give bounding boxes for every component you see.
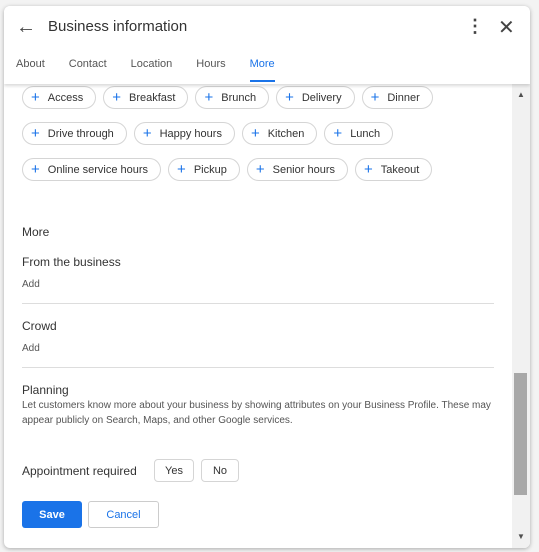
chip-label: Delivery	[301, 91, 342, 104]
chip-label: Lunch	[350, 127, 381, 140]
tab-hours[interactable]: Hours	[196, 58, 225, 82]
dialog-header: ← Business information ⋮ ✕ About Contact…	[4, 6, 530, 84]
plus-icon: +	[112, 89, 121, 106]
chip-label: Senior hours	[272, 163, 335, 176]
more-vert-icon[interactable]: ⋮	[466, 16, 484, 37]
from-business-label: From the business	[22, 255, 121, 269]
chip-label: Dinner	[387, 91, 420, 104]
divider	[22, 367, 494, 368]
add-attribute-chip[interactable]: + Access	[22, 86, 97, 109]
add-attribute-chip[interactable]: + Dinner	[361, 86, 433, 109]
plus-icon: +	[255, 161, 265, 178]
from-business-add-link[interactable]: Add	[22, 279, 40, 290]
chip-label: Drive through	[47, 127, 114, 140]
add-attribute-chip[interactable]: + Brunch	[195, 86, 270, 109]
planning-description: Let customers know more about your busin…	[22, 400, 491, 426]
plus-icon: +	[250, 125, 260, 142]
plus-icon: +	[333, 125, 343, 142]
chip-label: Breakfast	[129, 91, 176, 104]
chip-row: + Access + Breakfast + Brunch + Delivery + Dinner	[22, 86, 502, 109]
close-icon[interactable]: ✕	[498, 15, 515, 40]
scrollbar[interactable]: ▲ ▼	[512, 84, 530, 548]
crowd-label: Crowd	[22, 319, 57, 333]
chip-row: + Drive through + Happy hours + Kitchen + Lunch	[22, 122, 502, 145]
plus-icon: +	[31, 125, 40, 142]
add-attribute-chip[interactable]: + Senior hours	[246, 158, 348, 181]
tab-contact[interactable]: Contact	[69, 58, 107, 82]
add-attribute-chip[interactable]: + Happy hours	[133, 122, 235, 145]
plus-icon: +	[31, 89, 40, 106]
add-attribute-chip[interactable]: + Pickup	[168, 158, 240, 181]
attribute-chips: + Access + Breakfast + Brunch + Delivery + Dinner…	[22, 86, 502, 194]
tab-more[interactable]: More	[249, 58, 275, 82]
chip-row: + Online service hours + Pickup + Senior hour…	[22, 158, 502, 181]
dialog-content: + Access + Breakfast + Brunch + Delivery + Dinner…	[4, 84, 512, 548]
chip-label: Access	[47, 91, 84, 104]
plus-icon: +	[285, 89, 294, 106]
chip-label: Online service hours	[47, 163, 149, 176]
cancel-button[interactable]: Cancel	[88, 501, 159, 528]
plus-icon: +	[204, 89, 214, 106]
chip-label: Pickup	[193, 163, 227, 176]
scroll-down-arrow-icon[interactable]: ▼	[517, 532, 525, 541]
chip-label: Happy hours	[159, 127, 222, 140]
plus-icon: +	[370, 89, 380, 106]
scrollbar-thumb[interactable]	[514, 373, 527, 495]
add-attribute-chip[interactable]: + Delivery	[276, 86, 355, 109]
chip-label: Kitchen	[267, 127, 305, 140]
chip-label: Takeout	[380, 163, 420, 176]
plus-icon: +	[177, 161, 186, 178]
back-arrow-icon[interactable]: ←	[16, 16, 36, 39]
add-attribute-chip[interactable]: + Kitchen	[241, 122, 318, 145]
chip-label: Brunch	[221, 91, 257, 104]
save-button[interactable]: Save	[22, 501, 82, 528]
tab-about[interactable]: About	[16, 58, 45, 82]
divider	[22, 303, 494, 304]
add-attribute-chip[interactable]: + Breakfast	[103, 86, 189, 109]
no-button[interactable]: No	[201, 459, 239, 482]
more-heading: More	[22, 225, 50, 239]
yes-button[interactable]: Yes	[154, 459, 194, 482]
appointment-required-label: Appointment required	[22, 464, 137, 478]
add-attribute-chip[interactable]: + Takeout	[354, 158, 433, 181]
plus-icon: +	[142, 125, 152, 142]
add-attribute-chip[interactable]: + Drive through	[22, 122, 127, 145]
dialog-title: Business information	[48, 18, 188, 35]
scroll-up-arrow-icon[interactable]: ▲	[517, 90, 525, 99]
plus-icon: +	[363, 161, 373, 178]
planning-label: Planning	[22, 383, 69, 397]
business-information-dialog: ← Business information ⋮ ✕ About Contact…	[4, 6, 530, 548]
plus-icon: +	[31, 161, 40, 178]
add-attribute-chip[interactable]: + Online service hours	[22, 158, 162, 181]
add-attribute-chip[interactable]: + Lunch	[324, 122, 394, 145]
crowd-add-link[interactable]: Add	[22, 343, 40, 354]
tab-bar: About Contact Location Hours More	[16, 58, 299, 82]
tab-location[interactable]: Location	[131, 58, 173, 82]
